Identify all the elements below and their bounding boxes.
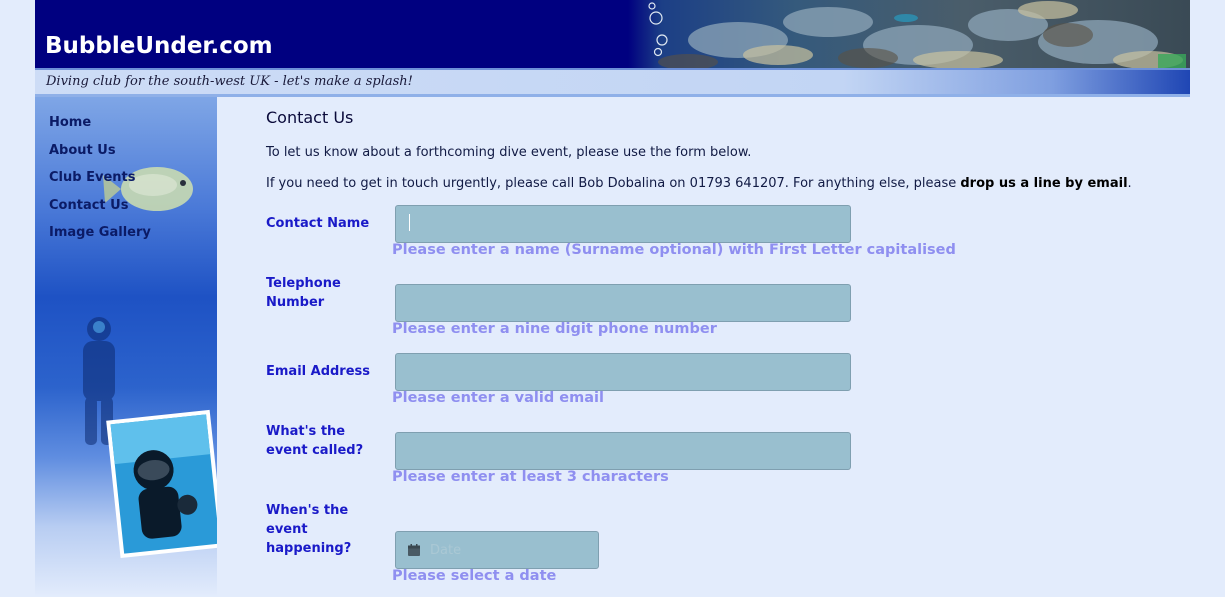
main-nav: Home About Us Club Events Contact Us Ima… bbox=[49, 115, 151, 253]
email-input[interactable] bbox=[395, 353, 851, 391]
event-name-label: What's the event called? bbox=[266, 424, 364, 458]
telephone-label: Telephone Number bbox=[266, 276, 341, 310]
tagline: Diving club for the south-west UK - let'… bbox=[46, 74, 413, 89]
nav-item-club-events[interactable]: Club Events bbox=[49, 170, 151, 198]
intro-text: To let us know about a forthcoming dive … bbox=[266, 145, 752, 160]
event-date-hint: Please select a date bbox=[392, 568, 557, 584]
nav-item-about-us[interactable]: About Us bbox=[49, 143, 151, 171]
site-container: BubbleUnder.com Diving club for the sout… bbox=[35, 0, 1190, 597]
event-date-label: When's the event happening? bbox=[266, 503, 352, 556]
urgent-text-prefix: If you need to get in touch urgently, pl… bbox=[266, 176, 961, 191]
sidebar: Home About Us Club Events Contact Us Ima… bbox=[35, 97, 217, 597]
contact-name-input[interactable] bbox=[395, 205, 851, 243]
tagline-bar: Diving club for the south-west UK - let'… bbox=[35, 68, 1190, 97]
telephone-input[interactable] bbox=[395, 284, 851, 322]
site-name[interactable]: BubbleUnder.com bbox=[45, 33, 273, 59]
page: BubbleUnder.com Diving club for the sout… bbox=[0, 0, 1225, 597]
event-name-hint: Please enter at least 3 characters bbox=[392, 469, 669, 485]
nav-item-contact-us[interactable]: Contact Us bbox=[49, 198, 151, 226]
nav-item-home[interactable]: Home bbox=[49, 115, 151, 143]
urgent-contact-text: If you need to get in touch urgently, pl… bbox=[266, 176, 1132, 191]
calendar-icon bbox=[408, 544, 420, 556]
event-name-input[interactable] bbox=[395, 432, 851, 470]
reef-banner-image bbox=[628, 0, 1190, 68]
urgent-text-suffix: . bbox=[1127, 176, 1132, 191]
main-content: Contact Us To let us know about a forthc… bbox=[265, 97, 1190, 597]
telephone-hint: Please enter a nine digit phone number bbox=[392, 321, 717, 337]
event-date-field[interactable] bbox=[395, 531, 599, 569]
text-cursor bbox=[409, 214, 410, 231]
contact-name-label: Contact Name bbox=[266, 216, 370, 231]
email-link[interactable]: drop us a line by email bbox=[960, 176, 1127, 191]
contact-name-hint: Please enter a name (Surname optional) w… bbox=[392, 242, 956, 258]
nav-item-image-gallery[interactable]: Image Gallery bbox=[49, 225, 151, 253]
email-label: Email Address bbox=[266, 364, 371, 379]
event-date-input[interactable] bbox=[430, 533, 590, 567]
page-title: Contact Us bbox=[266, 108, 354, 127]
email-hint: Please enter a valid email bbox=[392, 390, 604, 406]
site-header: BubbleUnder.com bbox=[35, 0, 1190, 68]
